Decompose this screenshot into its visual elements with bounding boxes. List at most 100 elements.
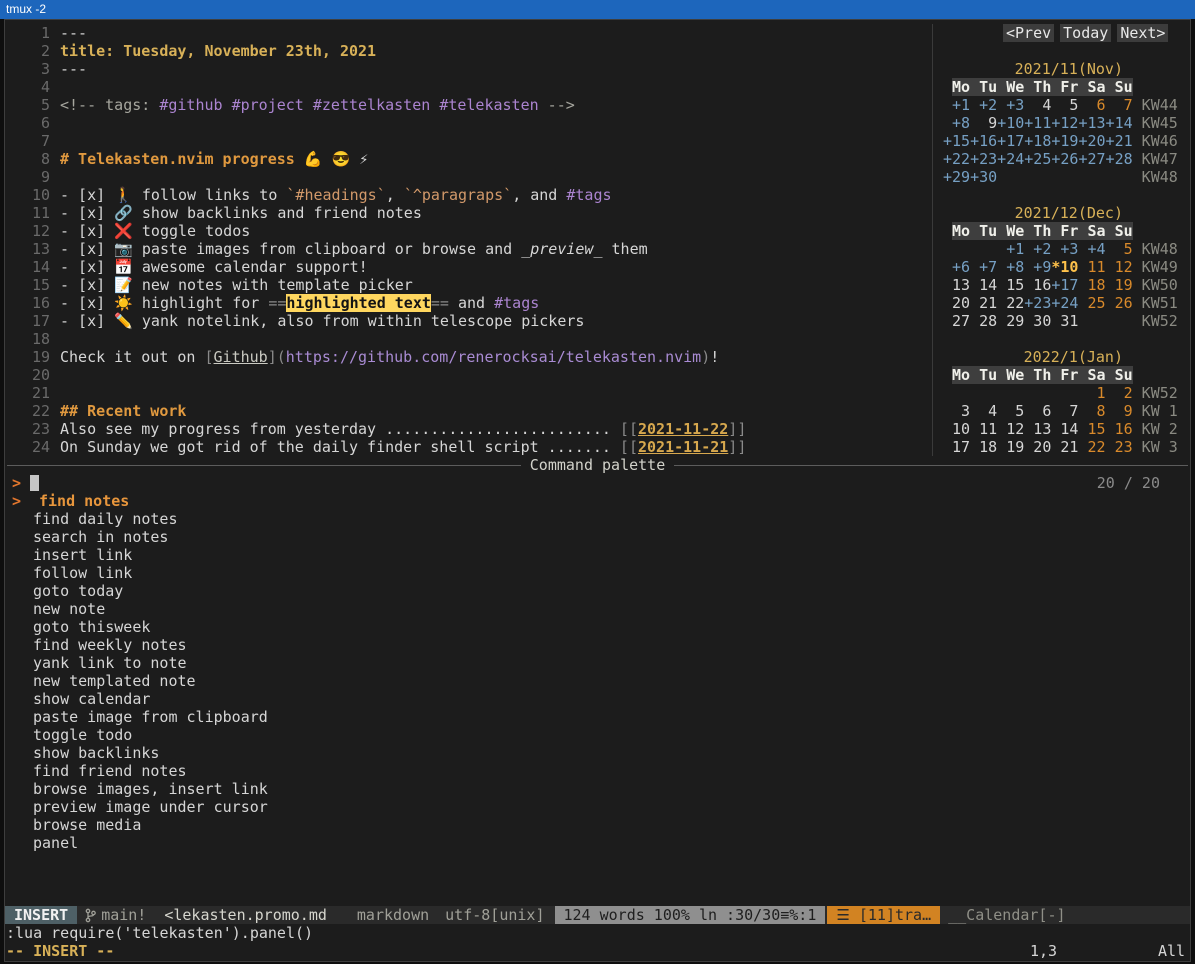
line-number: 3 [5, 60, 50, 78]
palette-item[interactable]: insert link [33, 546, 268, 564]
palette-item[interactable]: show backlinks [33, 744, 268, 762]
palette-prompt[interactable]: > 20 / 20 [5, 474, 1190, 492]
palette-item-list: find daily notessearch in notesinsert li… [33, 510, 268, 852]
week-number: KW46 [1133, 132, 1178, 150]
calendar-weekday-header: Mo Tu We Th Fr Sa Su [943, 78, 1188, 96]
editor-line[interactable]: 11- [x] 🔗 show backlinks and friend note… [5, 204, 932, 222]
palette-item[interactable]: new templated note [33, 672, 268, 690]
editor-line[interactable]: 20 [5, 366, 932, 384]
calendar-week-row[interactable]: +1 +2 +3 4 5 6 7 KW44 [943, 96, 1188, 114]
palette-item[interactable]: paste image from clipboard [33, 708, 268, 726]
editor-line[interactable]: 1--- [5, 24, 932, 42]
calendar-week-row[interactable]: +8 9+10+11+12+13+14 KW45 [943, 114, 1188, 132]
calendar-days: 25 26 [1078, 294, 1132, 312]
window-titlebar: tmux -2 [0, 0, 1195, 19]
editor-line[interactable]: 18 [5, 330, 932, 348]
command-line[interactable]: :lua require('telekasten').panel() [6, 924, 313, 942]
filetype-label: markdown [357, 906, 429, 924]
palette-item[interactable]: new note [33, 600, 268, 618]
palette-item[interactable]: preview image under cursor [33, 798, 268, 816]
calendar-today-button[interactable]: Today [1060, 24, 1111, 42]
palette-item[interactable]: goto thisweek [33, 618, 268, 636]
line-number: 6 [5, 114, 50, 132]
editor-line[interactable]: 14- [x] 📅 awesome calendar support! [5, 258, 932, 276]
editor-line[interactable]: 10- [x] 🚶 follow links to `#headings`, `… [5, 186, 932, 204]
calendar-week-row[interactable]: 3 4 5 6 7 8 9 KW 1 [943, 402, 1188, 420]
editor-line[interactable]: 12- [x] ❌ toggle todos [5, 222, 932, 240]
text-segment: _preview_ [521, 240, 602, 258]
calendar-week-row[interactable]: 17 18 19 20 21 22 23 KW 3 [943, 438, 1188, 456]
calendar-next-button[interactable]: Next> [1117, 24, 1168, 42]
editor-line[interactable]: 24On Sunday we got rid of the daily find… [5, 438, 932, 456]
editor-line[interactable]: 3--- [5, 60, 932, 78]
palette-item[interactable]: panel [33, 834, 268, 852]
palette-selected-item[interactable]: > find notes [5, 492, 1190, 510]
word-count-stats: 124 words 100% ln :30/30≡%:1 [555, 906, 826, 924]
editor-line[interactable]: 9 [5, 168, 932, 186]
palette-item[interactable]: find friend notes [33, 762, 268, 780]
text-segment: highlight for [133, 294, 268, 312]
editor-line[interactable]: 4 [5, 78, 932, 96]
calendar-week-row[interactable]: +29+30 KW48 [943, 168, 1188, 186]
calendar-week-row[interactable]: +22+23+24+25+26+27+28 KW47 [943, 150, 1188, 168]
editor-line[interactable]: 15- [x] 📝 new notes with template picker [5, 276, 932, 294]
calendar-week-row[interactable]: +6 +7 +8 +9*10 11 12 KW49 [943, 258, 1188, 276]
terminal-screen: 1---2title: Tuesday, November 23th, 2021… [4, 19, 1191, 962]
palette-item[interactable]: goto today [33, 582, 268, 600]
line-number: 11 [5, 204, 50, 222]
line-number: 23 [5, 420, 50, 438]
weekday-header-label: Mo Tu We Th Fr Sa Su [952, 366, 1133, 384]
calendar-week-row[interactable]: +15+16+17+18+19+20+21 KW46 [943, 132, 1188, 150]
calendar-week-row[interactable]: 10 11 12 13 14 15 16 KW 2 [943, 420, 1188, 438]
palette-item[interactable]: browse media [33, 816, 268, 834]
palette-item[interactable]: browse images, insert link [33, 780, 268, 798]
text-segment: 📷 [114, 240, 133, 258]
calendar-week-row[interactable]: 13 14 15 16+17 18 19 KW50 [943, 276, 1188, 294]
calendar-days: 15 16 [1078, 420, 1132, 438]
editor-line[interactable]: 17- [x] ✏️ yank notelink, also from with… [5, 312, 932, 330]
line-number: 15 [5, 276, 50, 294]
text-segment: Also see my progress from yesterday ....… [60, 420, 620, 438]
line-number: 16 [5, 294, 50, 312]
palette-item[interactable]: follow link [33, 564, 268, 582]
palette-item[interactable]: search in notes [33, 528, 268, 546]
calendar-prev-button[interactable]: <Prev [1003, 24, 1054, 42]
calendar-days: +22+23+24+25+26+27+28 [943, 150, 1133, 168]
calendar-days: 10 11 12 13 14 [943, 420, 1078, 438]
text-segment: awesome calendar support! [133, 258, 368, 276]
editor-line[interactable]: 13- [x] 📷 paste images from clipboard or… [5, 240, 932, 258]
editor-line[interactable]: 16- [x] ☀️ highlight for ==highlighted t… [5, 294, 932, 312]
prompt-caret: > [12, 474, 21, 492]
divider-line [7, 465, 521, 466]
editor-line[interactable]: 22## Recent work [5, 402, 932, 420]
palette-item[interactable]: find weekly notes [33, 636, 268, 654]
text-segment: new notes with template picker [133, 276, 413, 294]
text-segment: ❌ [114, 222, 133, 240]
message-line: -- INSERT -- 1,3 All [5, 942, 1190, 960]
line-number: 24 [5, 438, 50, 456]
editor-line[interactable]: 23 Also see my progress from yesterday ..… [5, 420, 932, 438]
week-number: KW47 [1133, 150, 1178, 168]
text-segment: == [268, 294, 286, 312]
line-number: 8 [5, 150, 50, 168]
editor-line[interactable]: 5<!-- tags: #github #project #zettelkast… [5, 96, 932, 114]
calendar-week-row[interactable]: 20 21 22+23+24 25 26 KW51 [943, 294, 1188, 312]
git-branch-icon [85, 908, 96, 923]
calendar-week-row[interactable]: 1 2 KW52 [943, 384, 1188, 402]
calendar-days: +1 +2 +3 [943, 96, 1024, 114]
text-segment: #telekasten [439, 96, 538, 114]
editor-line[interactable]: 2title: Tuesday, November 23th, 2021 [5, 42, 932, 60]
line-number: 12 [5, 222, 50, 240]
palette-item[interactable]: toggle todo [33, 726, 268, 744]
selection-caret: > [12, 492, 21, 510]
editor-line[interactable]: 21 [5, 384, 932, 402]
editor-line[interactable]: 7 [5, 132, 932, 150]
editor-line[interactable]: 8# Telekasten.nvim progress 💪 😎 ⚡ [5, 150, 932, 168]
palette-item[interactable]: find daily notes [33, 510, 268, 528]
palette-item[interactable]: yank link to note [33, 654, 268, 672]
editor-line[interactable]: 19Check it out on [Github](https://githu… [5, 348, 932, 366]
palette-item[interactable]: show calendar [33, 690, 268, 708]
calendar-week-row[interactable]: +1 +2 +3 +4 5 KW48 [943, 240, 1188, 258]
calendar-week-row[interactable]: 27 28 29 30 31 KW52 [943, 312, 1188, 330]
editor-line[interactable]: 6 [5, 114, 932, 132]
